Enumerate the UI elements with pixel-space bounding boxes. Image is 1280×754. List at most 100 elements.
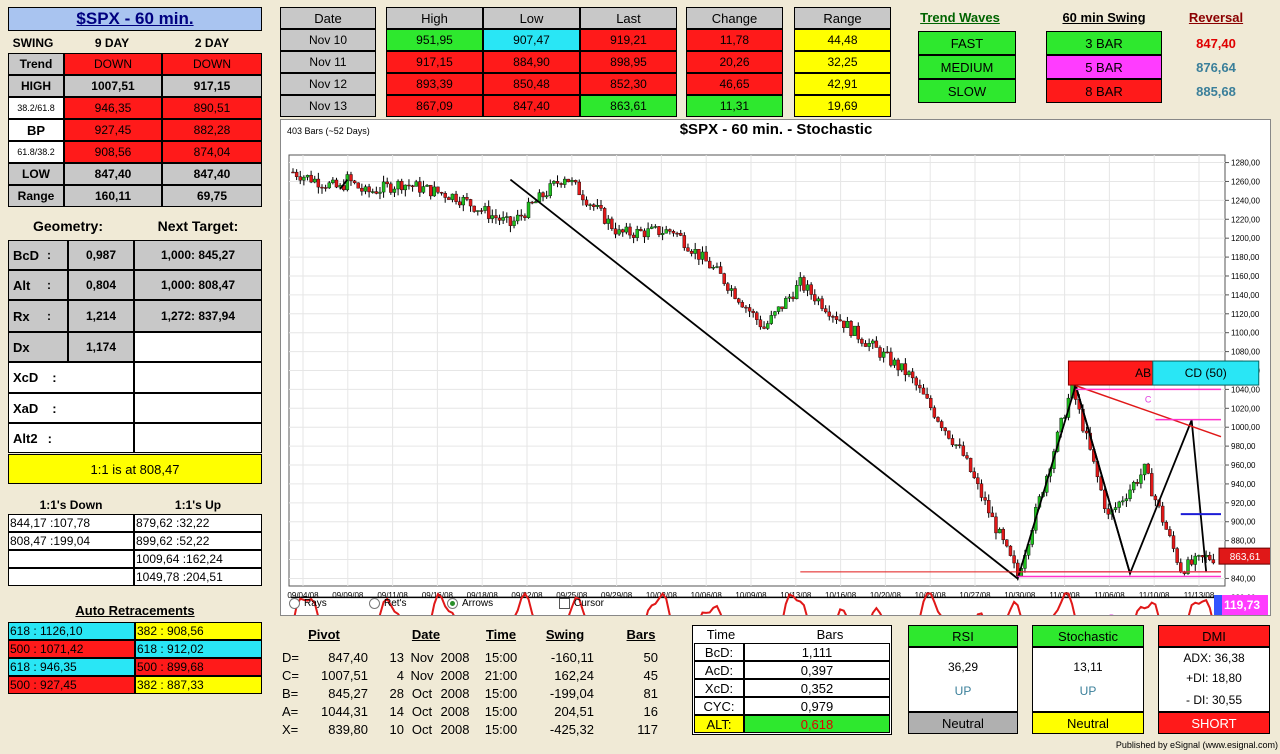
swing-fib-9day: 946,35 <box>64 97 162 119</box>
candle <box>657 226 661 235</box>
y-tick-label: 920,00 <box>1231 499 1256 508</box>
candle <box>595 205 600 207</box>
geometry-value: 0,804 <box>68 270 134 300</box>
cursor-option[interactable]: Cursor <box>559 598 604 609</box>
candle <box>425 184 429 187</box>
rets-label: Ret's <box>384 598 407 609</box>
candle <box>1113 507 1118 510</box>
candle <box>635 229 639 238</box>
y-tick-label: 980,00 <box>1231 442 1256 451</box>
candle <box>708 260 712 269</box>
candle <box>352 180 357 184</box>
stochastic-body <box>1032 647 1144 712</box>
candle <box>443 193 447 198</box>
candle <box>961 445 966 456</box>
pivot-month: Nov <box>410 649 434 665</box>
arrows-option[interactable]: Arrows <box>447 598 493 609</box>
candle <box>385 181 389 185</box>
candle <box>1171 535 1176 549</box>
candle <box>577 181 581 196</box>
pivot-year: 2008 <box>440 667 470 683</box>
candle <box>468 199 473 207</box>
candle <box>1084 430 1089 434</box>
candle <box>758 319 763 328</box>
y-tick-label: 840,00 <box>1231 574 1256 583</box>
x-tick-label: 11/06/08 <box>1094 591 1125 600</box>
candle <box>1139 474 1143 484</box>
price-col-range: Range <box>794 7 891 29</box>
candle <box>929 398 933 408</box>
ones-up-item: 1049,78 :204,51 <box>134 568 262 586</box>
candle <box>563 178 567 185</box>
candle <box>1117 501 1121 508</box>
rets-option[interactable]: Ret's <box>369 598 406 609</box>
trend-wave-medium: MEDIUM <box>918 55 1016 79</box>
candle <box>1179 562 1183 573</box>
candle <box>305 174 310 178</box>
candle <box>784 298 788 309</box>
candle <box>965 455 969 459</box>
ones-down-item <box>8 568 134 586</box>
candle <box>349 174 353 182</box>
candle <box>396 180 400 190</box>
dmi-title: DMI <box>1158 625 1270 647</box>
candle <box>671 231 676 234</box>
candle <box>679 232 683 236</box>
geometry-value: 1,214 <box>68 300 134 332</box>
price-change: 11,78 <box>686 29 783 51</box>
candle <box>592 204 596 207</box>
swing-low-2day: 847,40 <box>162 163 262 185</box>
candle <box>751 310 755 313</box>
rets-radio[interactable] <box>369 598 380 609</box>
candle <box>320 186 324 189</box>
arrows-radio[interactable] <box>447 598 458 609</box>
candle <box>1128 489 1132 499</box>
candle <box>552 181 556 184</box>
price-low: 884,90 <box>483 51 580 73</box>
swing-row-label: LOW <box>8 163 64 185</box>
candle <box>755 312 759 320</box>
candle <box>298 176 302 181</box>
retracement-item: 382 : 908,56 <box>135 622 262 640</box>
candle <box>617 229 621 235</box>
price-high: 917,15 <box>386 51 483 73</box>
candle <box>457 201 462 206</box>
x-tick-label: 09/09/08 <box>332 591 364 600</box>
pivot-name: D= <box>282 649 299 665</box>
pivot-time: 15:00 <box>484 703 518 719</box>
price-col-change: Change <box>686 7 783 29</box>
swing-col-label: SWING <box>12 36 54 50</box>
candle <box>834 316 839 320</box>
geometry-target: 1,272: 837,94 <box>134 300 262 332</box>
candle <box>479 210 484 212</box>
candle <box>432 186 437 197</box>
swing-col-9day: 9 DAY <box>94 36 130 50</box>
y-tick-label: 1260,00 <box>1231 177 1260 186</box>
candle <box>530 201 534 204</box>
candle <box>979 483 984 498</box>
candle <box>421 186 426 193</box>
candle <box>465 197 469 200</box>
candle <box>631 234 636 238</box>
candle <box>715 266 719 268</box>
geometry-title: Geometry: <box>32 218 104 234</box>
geometry-sep: : <box>44 271 54 299</box>
swing-row-label: BP <box>8 119 64 141</box>
rays-radio[interactable] <box>289 598 300 609</box>
time-bars-value: 0,352 <box>744 679 890 697</box>
trend-wave-fast: FAST <box>918 31 1016 55</box>
candle <box>936 417 940 422</box>
candle <box>805 284 810 291</box>
swing-high-2day: 917,15 <box>162 75 262 97</box>
price-col-high: High <box>386 7 483 29</box>
candle <box>1106 508 1110 515</box>
pivot-col-date: Date <box>411 626 441 642</box>
cursor-checkbox[interactable] <box>559 598 570 609</box>
candle <box>294 171 299 177</box>
rays-option[interactable]: Rays <box>289 598 327 609</box>
y-tick-label: 1000,00 <box>1231 423 1260 432</box>
candle <box>997 528 1002 534</box>
candle <box>871 340 875 344</box>
ones-up-title: 1:1's Up <box>174 498 222 512</box>
price-range: 19,69 <box>794 95 891 117</box>
